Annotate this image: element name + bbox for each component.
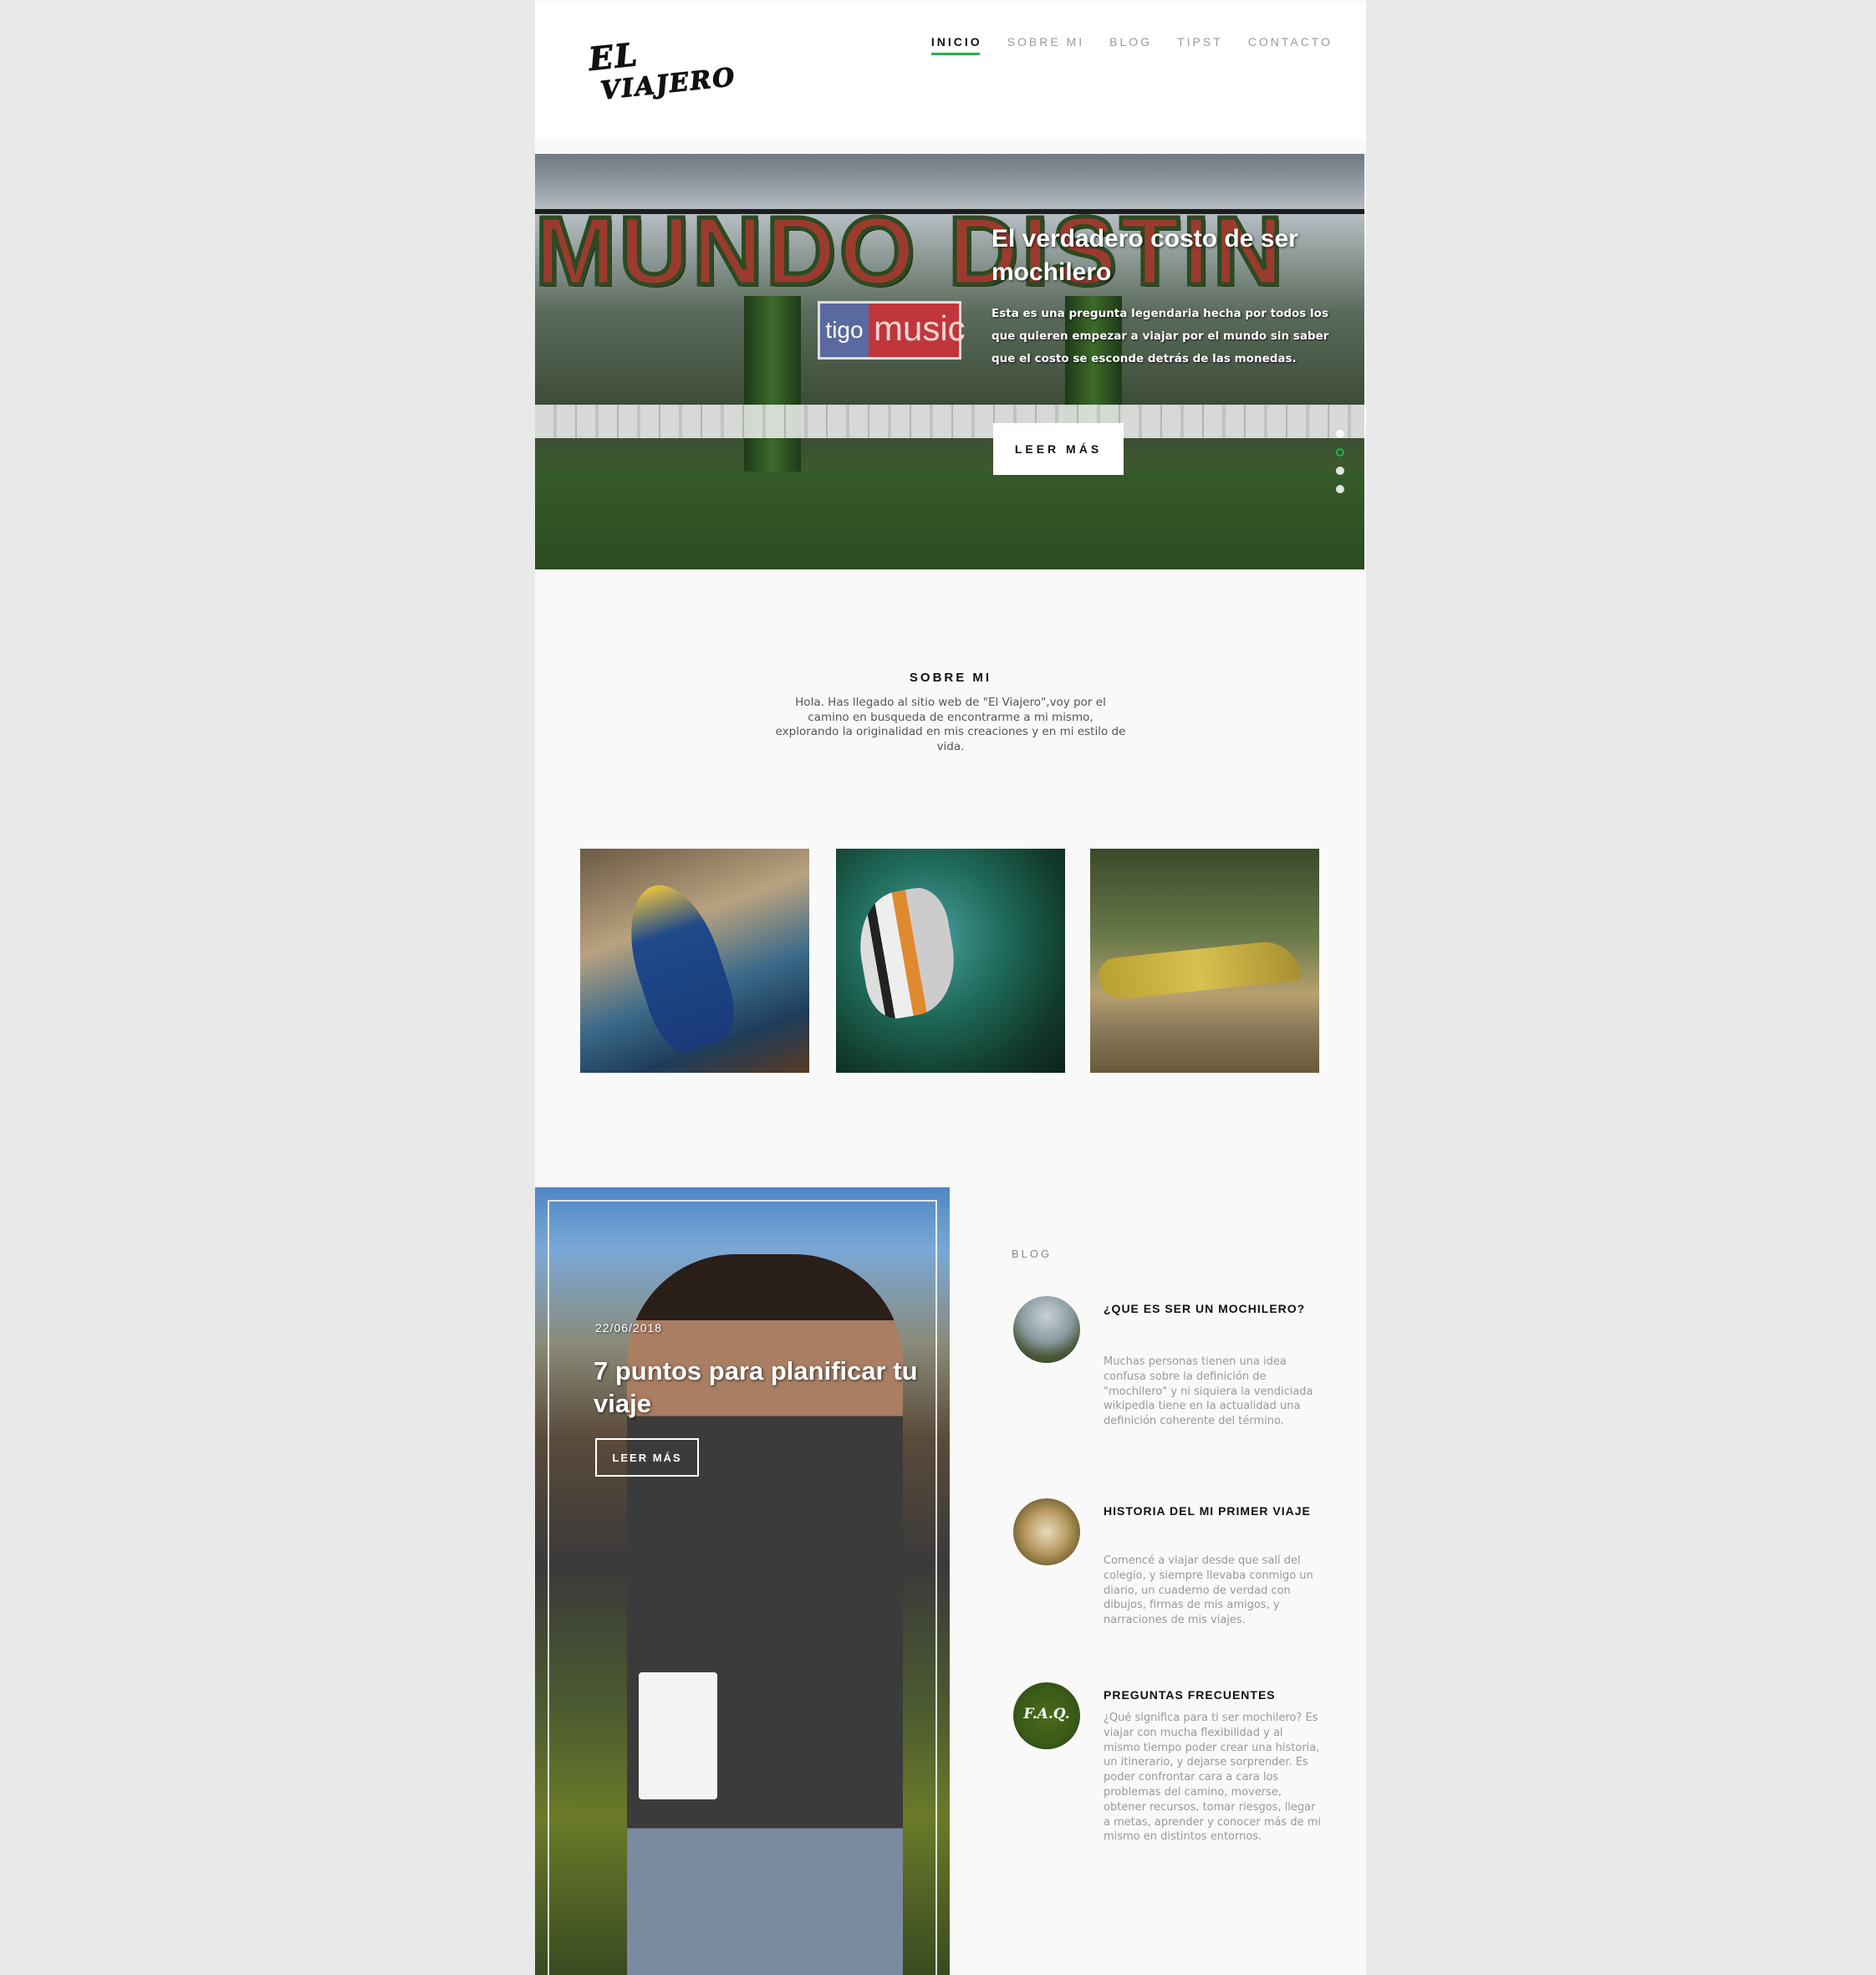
gallery-image-fish[interactable] [836,849,1065,1073]
featured-date: 22/06/2018 [595,1321,663,1335]
slider-dot-2[interactable] [1336,448,1344,457]
about-text: Hola. Has llegado al sitio web de "El Vi… [775,696,1126,753]
slider-dot-1[interactable] [1336,430,1344,438]
featured-title[interactable]: 7 puntos para planificar tu viaje [594,1355,928,1420]
gallery-image-parrot[interactable] [580,849,809,1073]
site-header: EL VIAJERO INICIO SOBRE MI BLOG TIPST CO… [535,2,1366,139]
faq-thumb-text: F.A.Q. [1023,1706,1070,1722]
nav-item-tipst[interactable]: TIPST [1177,35,1223,55]
banner-brand: tigo [820,304,869,357]
blog-post-title[interactable]: HISTORIA DEL MI PRIMER VIAJE [1104,1498,1329,1523]
blog-post-title[interactable]: PREGUNTAS FRECUENTES [1104,1682,1329,1707]
gallery-image-iguana[interactable] [1090,849,1319,1073]
hero-read-more-button[interactable]: LEER MÁS [993,423,1124,475]
blog-post-thumbnail[interactable]: F.A.Q. [1013,1682,1080,1749]
nav-item-blog[interactable]: BLOG [1109,35,1152,55]
page-container: EL VIAJERO INICIO SOBRE MI BLOG TIPST CO… [535,0,1366,1975]
blog-post-thumbnail[interactable] [1013,1498,1080,1565]
slider-dot-4[interactable] [1336,485,1344,493]
main-nav: INICIO SOBRE MI BLOG TIPST CONTACTO [930,35,1333,55]
about-title: SOBRE MI [909,671,992,686]
featured-post[interactable]: 22/06/2018 7 puntos para planificar tu v… [535,1187,950,1975]
hero-title: El verdadero costo de ser mochilero [992,225,1298,286]
nav-item-inicio[interactable]: INICIO [930,35,982,55]
blog-post-excerpt: ¿Qué significa para ti ser mochilero? Es… [1104,1712,1322,1844]
blog-post-thumbnail[interactable] [1013,1296,1080,1363]
blog-section-label: BLOG [1012,1248,1053,1260]
nav-item-contacto[interactable]: CONTACTO [1248,35,1333,55]
blog-post-title[interactable]: ¿QUE ES SER UN MOCHILERO? [1104,1296,1329,1321]
hero-photo-banner: tigo music [818,301,966,360]
blog-post-excerpt: Muchas personas tienen una idea confusa … [1104,1355,1313,1428]
slider-dots [1336,430,1344,493]
hero-slider: MUNDO DISTIN tigo music El verdadero cos… [535,154,1364,569]
slider-dot-3[interactable] [1336,467,1344,475]
nav-item-sobre-mi[interactable]: SOBRE MI [1007,35,1084,55]
banner-text: music [874,309,966,348]
site-logo[interactable]: EL VIAJERO [565,30,737,114]
blog-post-excerpt: Comencé a viajar desde que salí del cole… [1104,1554,1313,1627]
featured-read-more-button[interactable]: LEER MÁS [595,1438,699,1477]
hero-subtitle: Esta es una pregunta legendaria hecha po… [992,307,1329,365]
